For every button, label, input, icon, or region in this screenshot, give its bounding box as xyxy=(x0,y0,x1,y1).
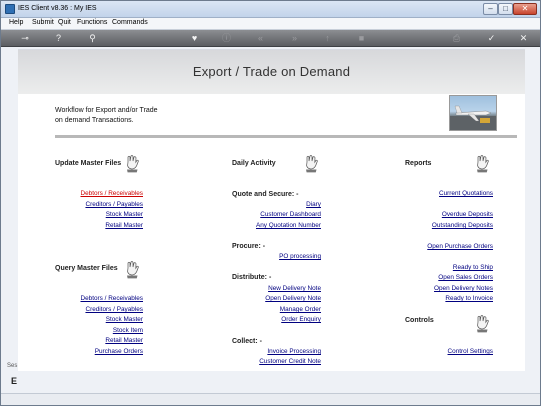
description-line-2: on demand Transactions. xyxy=(55,117,134,124)
minimize-button[interactable]: – xyxy=(483,3,498,15)
menu-commands[interactable]: Commands xyxy=(112,19,148,26)
quote-secure-heading: Quote and Secure: - xyxy=(232,191,299,198)
menu-functions[interactable]: Functions xyxy=(77,19,107,26)
open-delivery-notes-link[interactable]: Open Delivery Notes xyxy=(423,285,493,292)
query-purchase-orders-link[interactable]: Purchase Orders xyxy=(79,348,143,355)
open-delivery-note-link[interactable]: Open Delivery Note xyxy=(238,295,321,302)
help-icon[interactable]: ? xyxy=(53,33,64,44)
page-description: Workflow for Export and/or Trade on dema… xyxy=(55,106,215,126)
menu-quit[interactable]: Quit xyxy=(58,19,71,26)
distribute-heading: Distribute: - xyxy=(232,274,272,281)
update-stock-master-link[interactable]: Stock Master xyxy=(79,211,143,218)
description-line-1: Workflow for Export and/or Trade xyxy=(55,107,158,114)
print-icon[interactable]: ⎙ xyxy=(451,33,462,44)
update-creditors-link[interactable]: Creditors / Payables xyxy=(79,201,143,208)
info-icon[interactable]: ⓘ xyxy=(221,33,232,44)
diary-link[interactable]: Diary xyxy=(238,201,321,208)
menu-bar: Help Submit Quit Functions Commands xyxy=(1,18,540,30)
po-processing-link[interactable]: PO processing xyxy=(238,253,321,260)
pointing-hand-icon xyxy=(477,315,489,333)
update-master-heading: Update Master Files xyxy=(55,160,122,167)
ready-to-ship-link[interactable]: Ready to Ship xyxy=(423,264,493,271)
key-icon[interactable]: ⊸ xyxy=(18,33,32,44)
back-icon[interactable]: « xyxy=(255,33,266,44)
pointing-hand-icon xyxy=(477,155,489,173)
overdue-deposits-link[interactable]: Overdue Deposits xyxy=(423,211,493,218)
any-quotation-link[interactable]: Any Quotation Number xyxy=(238,222,321,229)
window-title: IES Client v8.36 : My IES xyxy=(18,5,97,12)
customer-dashboard-link[interactable]: Customer Dashboard xyxy=(238,211,321,218)
manage-order-link[interactable]: Manage Order xyxy=(238,306,321,313)
daily-activity-heading: Daily Activity xyxy=(232,160,276,167)
toolbar: ⊸ ? ⚲ ♥ ⓘ « » ↑ ■ ⎙ ✓ ✕ xyxy=(1,30,540,47)
title-bar: IES Client v8.36 : My IES – □ ✕ xyxy=(1,1,540,18)
outstanding-deposits-link[interactable]: Outstanding Deposits xyxy=(423,222,493,229)
query-stock-master-link[interactable]: Stock Master xyxy=(79,316,143,323)
current-quotations-link[interactable]: Current Quotations xyxy=(423,190,493,197)
reports-heading: Reports xyxy=(405,160,432,167)
order-enquiry-link[interactable]: Order Enquiry xyxy=(238,316,321,323)
close-icon[interactable]: ✕ xyxy=(518,33,529,44)
pointing-hand-icon xyxy=(306,155,318,173)
divider xyxy=(55,135,517,138)
update-retail-master-link[interactable]: Retail Master xyxy=(79,222,143,229)
ok-icon[interactable]: ✓ xyxy=(486,33,497,44)
header-band: Export / Trade on Demand xyxy=(18,50,525,94)
side-fragment-letter: E xyxy=(11,376,18,386)
query-stock-item-link[interactable]: Stock Item xyxy=(79,327,143,334)
open-sales-orders-link[interactable]: Open Sales Orders xyxy=(423,274,493,281)
invoice-processing-link[interactable]: Invoice Processing xyxy=(238,348,321,355)
query-debtors-link[interactable]: Debtors / Receivables xyxy=(79,295,143,302)
status-bar xyxy=(1,393,540,405)
search-icon[interactable]: ⚲ xyxy=(87,33,98,44)
app-icon xyxy=(5,4,15,14)
ready-to-invoice-link[interactable]: Ready to Invoice xyxy=(423,295,493,302)
airplane-icon xyxy=(450,105,496,130)
procure-heading: Procure: - xyxy=(232,243,266,250)
controls-heading: Controls xyxy=(405,317,434,324)
menu-help[interactable]: Help xyxy=(9,19,23,26)
customer-credit-note-link[interactable]: Customer Credit Note xyxy=(238,358,321,365)
maximize-button[interactable]: □ xyxy=(498,3,513,15)
query-creditors-link[interactable]: Creditors / Payables xyxy=(79,306,143,313)
side-fragment-label: Ses xyxy=(7,363,18,369)
page-title: Export / Trade on Demand xyxy=(192,64,351,79)
airplane-photo xyxy=(449,95,497,131)
app-window: IES Client v8.36 : My IES – □ ✕ Help Sub… xyxy=(0,0,541,406)
open-purchase-orders-link[interactable]: Open Purchase Orders xyxy=(413,243,493,250)
stop-icon[interactable]: ■ xyxy=(356,33,367,44)
control-settings-link[interactable]: Control Settings xyxy=(423,348,493,355)
update-debtors-link[interactable]: Debtors / Receivables xyxy=(79,190,143,197)
up-icon[interactable]: ↑ xyxy=(322,33,333,44)
heart-icon[interactable]: ♥ xyxy=(189,33,200,44)
forward-icon[interactable]: » xyxy=(289,33,300,44)
pointing-hand-icon xyxy=(127,155,139,173)
main-panel: Export / Trade on Demand Workflow for Ex… xyxy=(18,49,525,371)
pointing-hand-icon xyxy=(127,261,139,279)
new-delivery-note-link[interactable]: New Delivery Note xyxy=(238,285,321,292)
query-retail-master-link[interactable]: Retail Master xyxy=(79,337,143,344)
collect-heading: Collect: - xyxy=(232,338,262,345)
close-window-button[interactable]: ✕ xyxy=(513,3,537,15)
query-master-heading: Query Master Files xyxy=(55,265,118,272)
menu-submit[interactable]: Submit xyxy=(32,19,54,26)
